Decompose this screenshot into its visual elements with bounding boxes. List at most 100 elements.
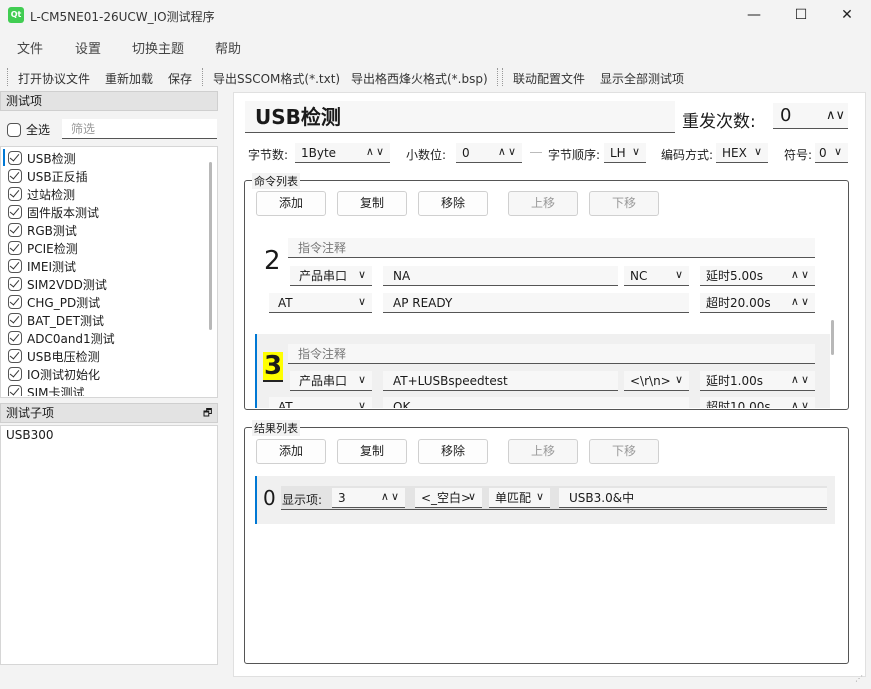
link-config-button[interactable]: 联动配置文件 bbox=[513, 70, 585, 87]
test-item[interactable]: SIM卡测试 bbox=[8, 383, 85, 396]
delay-spinbox[interactable]: 延时5.00s ∧∨ bbox=[700, 266, 815, 286]
checkbox-icon[interactable] bbox=[8, 259, 22, 273]
checkbox-icon[interactable] bbox=[8, 241, 22, 255]
port-value: 产品串口 bbox=[299, 374, 348, 388]
sub-items-header: 测试子项 bbox=[0, 403, 218, 423]
command-input[interactable]: AT+LUSBspeedtest bbox=[383, 371, 618, 391]
resp-type-value: AT bbox=[278, 399, 293, 409]
spin-arrows-icon[interactable]: ∧∨ bbox=[366, 145, 386, 158]
response-type-select[interactable]: AT ∨ bbox=[269, 397, 372, 408]
command-ending-select[interactable]: <\r\n> ∨ bbox=[624, 371, 689, 391]
spin-arrows-icon[interactable]: ∧∨ bbox=[381, 490, 401, 503]
test-item[interactable]: USB电压检测 bbox=[8, 347, 100, 365]
remove-result-button[interactable]: 移除 bbox=[418, 439, 488, 464]
test-item-label: RGB测试 bbox=[27, 223, 77, 238]
move-up-result-button[interactable]: 上移 bbox=[508, 439, 578, 464]
spin-arrows-icon[interactable]: ∧∨ bbox=[791, 373, 811, 386]
export-sscom-button[interactable]: 导出SSCOM格式(*.txt) bbox=[213, 70, 340, 87]
copy-command-button[interactable]: 复制 bbox=[337, 191, 407, 216]
sub-item[interactable]: USB300 bbox=[6, 428, 54, 442]
chevron-down-icon: ∨ bbox=[467, 490, 478, 503]
resize-grip-icon[interactable]: ⋰ bbox=[855, 674, 864, 683]
minimize-button[interactable]: — bbox=[731, 0, 777, 32]
checkbox-icon[interactable] bbox=[8, 151, 22, 165]
response-type-select[interactable]: AT ∨ bbox=[269, 293, 372, 313]
spin-arrows-icon[interactable]: ∧∨ bbox=[498, 145, 518, 158]
command-comment-input[interactable]: 指令注释 bbox=[288, 344, 815, 364]
test-item[interactable]: USB正反插 bbox=[8, 167, 88, 185]
test-item[interactable]: USB检测 bbox=[8, 149, 76, 167]
checkbox-icon[interactable] bbox=[8, 331, 22, 345]
command-port-select[interactable]: 产品串口 ∨ bbox=[290, 266, 372, 286]
command-list-scroll: 2 指令注释 产品串口 ∨ NA NC ∨ 延时5.00s ∧∨ AT ∨ AP REA… bbox=[255, 226, 838, 408]
checkbox-icon[interactable] bbox=[8, 295, 22, 309]
test-item[interactable]: CHG_PD测试 bbox=[8, 293, 100, 311]
chevron-down-icon: ∨ bbox=[357, 399, 368, 408]
timeout-spinbox[interactable]: 超时20.00s ∧∨ bbox=[700, 293, 815, 313]
response-input[interactable]: AP READY bbox=[383, 293, 689, 313]
checkbox-icon[interactable] bbox=[8, 385, 22, 396]
add-result-button[interactable]: 添加 bbox=[256, 439, 326, 464]
checkbox-icon[interactable] bbox=[8, 205, 22, 219]
checkbox-icon[interactable] bbox=[8, 367, 22, 381]
checkbox-icon[interactable] bbox=[8, 223, 22, 237]
expected-value-input[interactable]: USB3.0&中 bbox=[559, 488, 827, 508]
command-row-selected[interactable]: 3 指令注释 产品串口 ∨ AT+LUSBspeedtest <\r\n> ∨ 延时… bbox=[255, 334, 830, 408]
show-all-tests-button[interactable]: 显示全部测试项 bbox=[600, 70, 684, 87]
spin-arrows-icon[interactable]: ∧∨ bbox=[791, 268, 811, 281]
test-item-label: USB电压检测 bbox=[27, 349, 100, 364]
checkbox-icon[interactable] bbox=[8, 313, 22, 327]
add-command-button[interactable]: 添加 bbox=[256, 191, 326, 216]
menu-help[interactable]: 帮助 bbox=[215, 38, 241, 57]
checkbox-icon[interactable] bbox=[8, 187, 22, 201]
test-item[interactable]: 过站检测 bbox=[8, 185, 75, 203]
test-list-scrollbar[interactable] bbox=[209, 162, 212, 330]
blank-select[interactable]: <_空白> ∨ bbox=[415, 488, 482, 508]
byte-order-select[interactable]: LH ∨ bbox=[604, 143, 646, 163]
test-item-label: USB正反插 bbox=[27, 169, 88, 184]
test-item[interactable]: PCIE检测 bbox=[8, 239, 78, 257]
restore-icon[interactable]: 🗗 bbox=[203, 406, 212, 423]
move-down-result-button[interactable]: 下移 bbox=[589, 439, 659, 464]
match-select[interactable]: 单匹配 ∨ bbox=[489, 488, 550, 508]
command-list-scrollbar[interactable] bbox=[831, 320, 834, 355]
repeat-spinbox[interactable]: 0 ∧∨ bbox=[773, 103, 848, 129]
test-item-label: ADC0and1测试 bbox=[27, 331, 115, 346]
response-input[interactable]: OK bbox=[383, 397, 689, 408]
test-item[interactable]: 固件版本测试 bbox=[8, 203, 99, 221]
test-item[interactable]: IMEI测试 bbox=[8, 257, 76, 275]
delay-spinbox[interactable]: 延时1.00s ∧∨ bbox=[700, 371, 815, 391]
command-port-select[interactable]: 产品串口 ∨ bbox=[290, 371, 372, 391]
test-item[interactable]: IO测试初始化 bbox=[8, 365, 100, 383]
spin-arrows-icon[interactable]: ∧∨ bbox=[791, 399, 811, 408]
checkbox-icon[interactable] bbox=[8, 349, 22, 363]
spin-arrows-icon[interactable]: ∧∨ bbox=[826, 103, 845, 129]
copy-result-button[interactable]: 复制 bbox=[337, 439, 407, 464]
test-name-field[interactable]: USB检测 bbox=[245, 101, 675, 133]
decimal-spinbox[interactable]: 0 ∧∨ bbox=[456, 143, 522, 163]
command-ending-select[interactable]: NC ∨ bbox=[624, 266, 689, 286]
result-row[interactable]: 0 显示项: 3 ∧∨ <_空白> ∨ 单匹配 ∨ USB3.0&中 bbox=[255, 476, 835, 524]
checkbox-icon[interactable] bbox=[8, 169, 22, 183]
test-item[interactable]: RGB测试 bbox=[8, 221, 77, 239]
timeout-spinbox[interactable]: 超时10.00s ∧∨ bbox=[700, 397, 815, 408]
command-comment-input[interactable]: 指令注释 bbox=[288, 238, 815, 258]
test-item[interactable]: SIM2VDD测试 bbox=[8, 275, 107, 293]
maximize-button[interactable]: ☐ bbox=[778, 0, 824, 32]
sign-label: 符号: bbox=[784, 148, 813, 162]
checkbox-icon[interactable] bbox=[8, 277, 22, 291]
move-up-command-button[interactable]: 上移 bbox=[508, 191, 578, 216]
test-item[interactable]: BAT_DET测试 bbox=[8, 311, 104, 329]
byte-count-spinbox[interactable]: 1Byte ∧∨ bbox=[295, 143, 390, 163]
spin-arrows-icon[interactable]: ∧∨ bbox=[791, 295, 811, 308]
encoding-select[interactable]: HEX ∨ bbox=[716, 143, 768, 163]
remove-command-button[interactable]: 移除 bbox=[418, 191, 488, 216]
test-item[interactable]: ADC0and1测试 bbox=[8, 329, 115, 347]
close-button[interactable]: ✕ bbox=[824, 0, 870, 32]
command-input[interactable]: NA bbox=[383, 266, 618, 286]
export-gexi-button[interactable]: 导出格西烽火格式(*.bsp) bbox=[351, 70, 488, 87]
sign-select[interactable]: 0 ∨ bbox=[815, 143, 848, 163]
show-item-spinbox[interactable]: 3 ∧∨ bbox=[332, 488, 405, 508]
move-down-command-button[interactable]: 下移 bbox=[589, 191, 659, 216]
decimal-label: 小数位: bbox=[406, 148, 447, 162]
